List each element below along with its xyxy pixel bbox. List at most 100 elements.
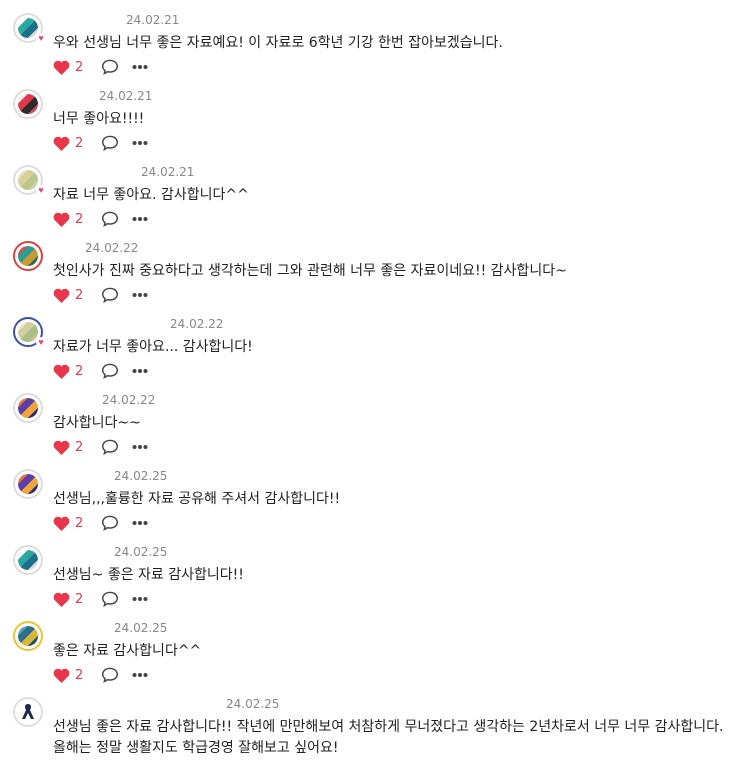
comment-item: 24.02.21 너무 좋아요!!!! 2 [0, 89, 745, 165]
ellipsis-icon[interactable] [132, 216, 148, 222]
author-name-redacted[interactable] [53, 165, 136, 179]
avatar[interactable] [13, 697, 43, 727]
comment-text: 자료 너무 좋아요. 감사합니다^^ [53, 187, 249, 203]
avatar-image [18, 246, 38, 266]
like-button[interactable]: 2 [53, 212, 83, 227]
heart-icon [53, 212, 70, 227]
ellipsis-icon[interactable] [132, 292, 148, 298]
avatar[interactable] [13, 241, 43, 271]
author-name-redacted[interactable] [53, 697, 221, 711]
comment-text: 우와 선생님 너무 좋은 자료예요! 이 자료로 6학년 기강 한번 잡아보겠습… [53, 35, 503, 51]
like-count: 2 [75, 591, 84, 607]
author-name-redacted[interactable] [53, 621, 109, 635]
avatar-image [18, 550, 38, 570]
comment-date: 24.02.22 [102, 393, 156, 407]
speech-bubble-icon[interactable] [101, 363, 119, 379]
author-name-redacted[interactable] [53, 13, 121, 27]
heart-icon [53, 288, 70, 303]
author-name-redacted[interactable] [53, 469, 109, 483]
author-name-redacted[interactable] [53, 545, 109, 559]
ellipsis-icon[interactable] [132, 368, 148, 374]
like-button[interactable]: 2 [53, 288, 83, 303]
comment-actions: 2 [53, 285, 148, 305]
comment-actions: 2 [53, 57, 148, 77]
heart-badge-icon: ♥ [36, 337, 46, 347]
author-name-redacted[interactable] [53, 317, 165, 331]
author-name-redacted[interactable] [53, 393, 97, 407]
comment-text: 선생님 좋은 자료 감사합니다!! 작년에 만만해보여 처참하게 무너졌다고 생… [53, 719, 728, 756]
comment-date: 24.02.22 [170, 317, 224, 331]
speech-bubble-icon[interactable] [101, 59, 119, 75]
avatar[interactable] [13, 621, 43, 651]
speech-bubble-icon[interactable] [101, 667, 119, 683]
ellipsis-icon[interactable] [132, 140, 148, 146]
like-button[interactable]: 2 [53, 60, 83, 75]
comment-actions: 2 [53, 361, 148, 381]
comment-date: 24.02.21 [126, 13, 180, 27]
comment-actions: 2 [53, 437, 148, 457]
speech-bubble-icon[interactable] [101, 439, 119, 455]
avatar[interactable] [13, 545, 43, 575]
comment-actions: 2 [53, 665, 148, 685]
avatar-image [18, 170, 38, 190]
ellipsis-icon[interactable] [132, 596, 148, 602]
comment-text: 자료가 너무 좋아요... 감사합니다! [53, 339, 253, 355]
like-count: 2 [75, 363, 84, 379]
comment-date: 24.02.25 [114, 469, 168, 483]
comment-text: 감사합니다~~ [53, 415, 141, 431]
avatar-image [18, 18, 38, 38]
like-button[interactable]: 2 [53, 364, 83, 379]
speech-bubble-icon[interactable] [101, 287, 119, 303]
heart-badge-icon: ♥ [36, 185, 46, 195]
comment-item: ♥ 24.02.21 우와 선생님 너무 좋은 자료예요! 이 자료로 6학년 … [0, 13, 745, 89]
like-button[interactable]: 2 [53, 516, 83, 531]
comment-date: 24.02.21 [99, 89, 153, 103]
like-button[interactable]: 2 [53, 440, 83, 455]
avatar-image [18, 398, 38, 418]
heart-icon [53, 136, 70, 151]
avatar[interactable] [13, 469, 43, 499]
author-name-redacted[interactable] [53, 241, 80, 255]
heart-icon [53, 516, 70, 531]
comment-item: ♥ 24.02.22 자료가 너무 좋아요... 감사합니다! 2 [0, 317, 745, 393]
ellipsis-icon[interactable] [132, 64, 148, 70]
comment-item: 24.02.25 선생님~ 좋은 자료 감사합니다!! 2 [0, 545, 745, 621]
avatar[interactable] [13, 89, 43, 119]
comment-item: ♥ 24.02.21 자료 너무 좋아요. 감사합니다^^ 2 [0, 165, 745, 241]
avatar-image [18, 322, 38, 342]
comment-text: 선생님~ 좋은 자료 감사합니다!! [53, 567, 244, 583]
comment-text: 첫인사가 진짜 중요하다고 생각하는데 그와 관련해 너무 좋은 자료이네요!!… [53, 263, 567, 279]
comment-item: 24.02.22 감사합니다~~ 2 [0, 393, 745, 469]
author-name-redacted[interactable] [53, 89, 94, 103]
like-count: 2 [75, 59, 84, 75]
like-button[interactable]: 2 [53, 136, 83, 151]
like-count: 2 [75, 667, 84, 683]
comment-date: 24.02.25 [114, 545, 168, 559]
comment-actions: 2 [53, 133, 148, 153]
avatar-image [18, 94, 38, 114]
like-button[interactable]: 2 [53, 668, 83, 683]
comment-item: 24.02.25 좋은 자료 감사합니다^^ 2 [0, 621, 745, 697]
speech-bubble-icon[interactable] [101, 591, 119, 607]
comment-text: 너무 좋아요!!!! [53, 111, 145, 127]
heart-icon [53, 668, 70, 683]
like-count: 2 [75, 515, 84, 531]
ellipsis-icon[interactable] [132, 444, 148, 450]
like-button[interactable]: 2 [53, 592, 83, 607]
speech-bubble-icon[interactable] [101, 135, 119, 151]
heart-badge-icon: ♥ [36, 33, 46, 43]
ellipsis-icon[interactable] [132, 672, 148, 678]
comment-text: 선생님,,,훌륭한 자료 공유해 주셔서 감사합니다!! [53, 491, 341, 507]
avatar-image [18, 626, 38, 646]
ellipsis-icon[interactable] [132, 520, 148, 526]
comment-item: 24.02.22 첫인사가 진짜 중요하다고 생각하는데 그와 관련해 너무 좋… [0, 241, 745, 317]
speech-bubble-icon[interactable] [101, 211, 119, 227]
comment-date: 24.02.25 [226, 697, 280, 711]
comment-item: 24.02.25 선생님 좋은 자료 감사합니다!! 작년에 만만해보여 처참하… [0, 697, 745, 773]
speech-bubble-icon[interactable] [101, 515, 119, 531]
like-count: 2 [75, 287, 84, 303]
comment-actions: 2 [53, 209, 148, 229]
avatar[interactable] [13, 393, 43, 423]
like-count: 2 [75, 439, 84, 455]
avatar-image [18, 702, 38, 722]
